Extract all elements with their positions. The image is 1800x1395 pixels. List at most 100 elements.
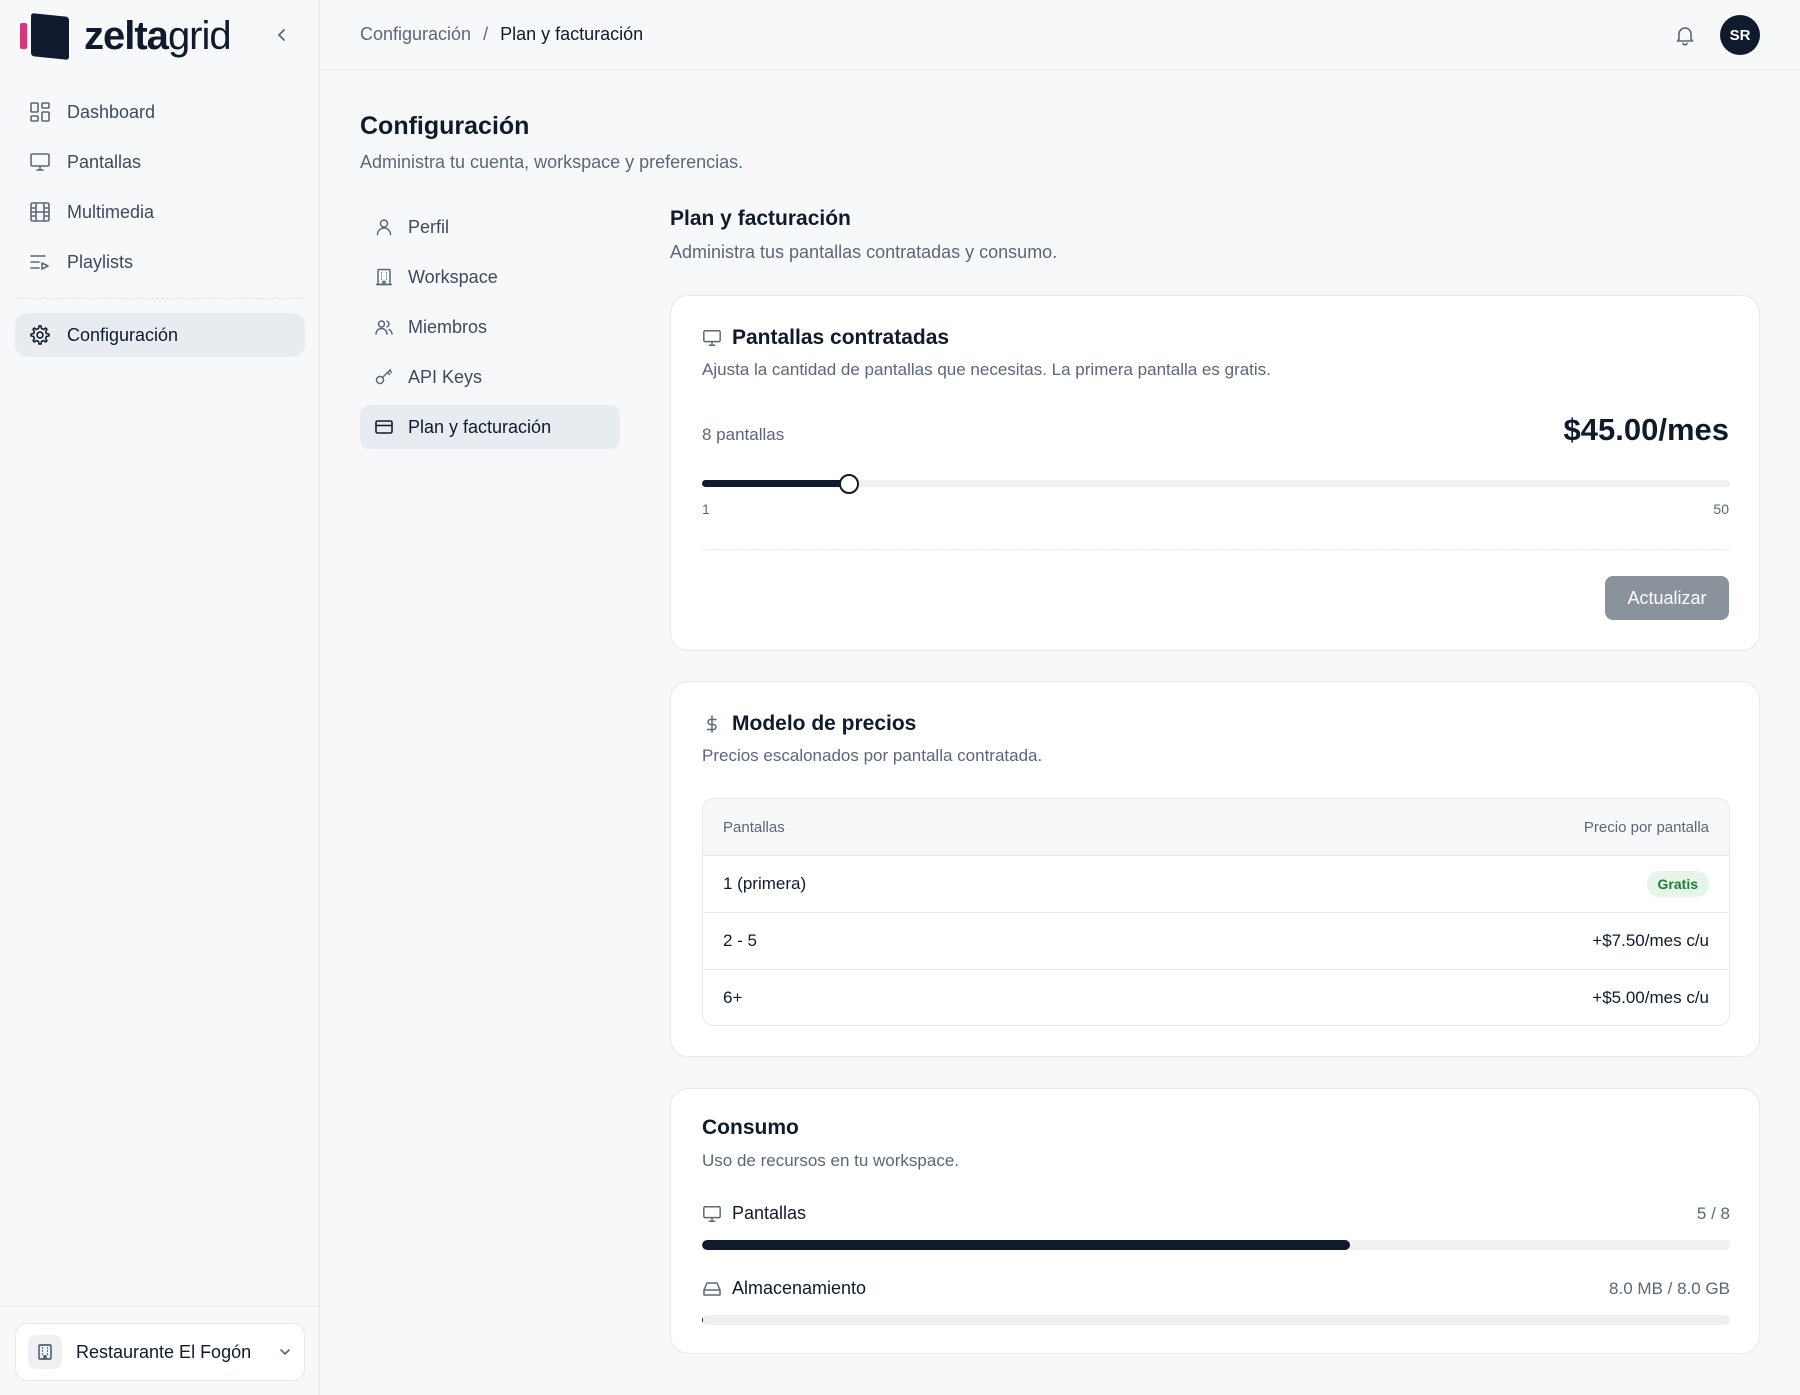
tab-label: Miembros <box>408 316 488 337</box>
dollar-icon <box>706 715 717 733</box>
card-header: Modelo de precios <box>702 712 916 736</box>
tab-label: Workspace <box>408 266 498 287</box>
tab-api-keys[interactable]: API Keys <box>360 355 620 399</box>
tab-miembros[interactable]: Miembros <box>360 305 620 349</box>
usage-label: Almacenamiento <box>702 1278 866 1299</box>
card-title: Consumo <box>702 1116 799 1139</box>
slider-thumb[interactable] <box>838 474 859 494</box>
sidebar-item-label: Configuración <box>67 324 179 345</box>
dashboard-icon <box>30 102 50 122</box>
sidebar-item-multimedia[interactable]: Multimedia <box>15 190 305 234</box>
section-subtitle: Administra tus pantallas contratadas y c… <box>670 242 1058 262</box>
film-icon <box>30 202 50 222</box>
key-icon <box>375 368 393 385</box>
monitor-icon <box>703 330 721 346</box>
collapse-sidebar-button[interactable] <box>270 23 294 47</box>
tier-price: +$5.00/mes c/u <box>1592 988 1709 1007</box>
sidebar-item-label: Playlists <box>67 251 134 272</box>
hard-drive-icon <box>703 1281 721 1296</box>
table-row: 6+ +$5.00/mes c/u <box>703 970 1729 1025</box>
credit-card-icon <box>375 420 393 434</box>
column-header: Pantallas <box>723 818 785 836</box>
tab-perfil[interactable]: Perfil <box>360 205 620 249</box>
users-icon <box>375 320 393 335</box>
screens-slider[interactable] <box>702 472 1730 496</box>
pricing-table: Pantallas Precio por pantalla 1 (primera… <box>702 798 1730 1026</box>
brand-name: zeltagrid <box>84 14 232 58</box>
gear-icon <box>30 325 50 345</box>
sidebar-item-label: Dashboard <box>67 101 156 122</box>
notifications-button[interactable] <box>1674 24 1696 46</box>
playlist-icon <box>30 255 49 270</box>
usage-label-text: Almacenamiento <box>732 1278 867 1298</box>
logo-mark-icon <box>20 13 70 60</box>
table-header: Pantallas Precio por pantalla <box>703 799 1729 856</box>
tab-plan-facturacion[interactable]: Plan y facturación <box>360 405 620 449</box>
pricing-model-card: Modelo de precios Precios escalonados po… <box>670 681 1760 1057</box>
section-title: Plan y facturación <box>670 207 851 230</box>
sidebar-item-pantallas[interactable]: Pantallas <box>15 140 305 184</box>
sidebar-item-dashboard[interactable]: Dashboard <box>15 90 305 134</box>
sidebar-item-label: Pantallas <box>67 151 142 172</box>
slider-max-label: 50 <box>1713 501 1729 517</box>
sidebar: zeltagrid Dashboard Pantallas Multimedia… <box>0 0 320 1395</box>
table-row: 1 (primera) Gratis <box>703 856 1729 913</box>
sidebar-item-playlists[interactable]: Playlists <box>15 240 305 284</box>
column-header: Precio por pantalla <box>1583 818 1709 836</box>
breadcrumb-separator: / <box>483 24 489 44</box>
workspace-name: Restaurante El Fogón <box>76 1341 252 1362</box>
usage-progress-fill <box>702 1240 1350 1250</box>
user-icon <box>376 219 392 236</box>
tab-label: Plan y facturación <box>408 416 552 437</box>
breadcrumb-parent-link[interactable]: Configuración <box>360 24 471 45</box>
table-row: 2 - 5 +$7.50/mes c/u <box>703 913 1729 970</box>
chevron-down-icon <box>280 1349 290 1355</box>
tier-range: 2 - 5 <box>723 931 758 950</box>
nav-divider <box>15 298 305 299</box>
slider-min-label: 1 <box>702 501 710 517</box>
slider-fill <box>702 480 849 487</box>
breadcrumb-current: Plan y facturación <box>500 24 644 44</box>
usage-progress-bar <box>702 1315 1730 1325</box>
page-subtitle: Administra tu cuenta, workspace y prefer… <box>360 152 744 172</box>
monitor-icon <box>703 1205 721 1222</box>
card-description: Precios escalonados por pantalla contrat… <box>702 746 1043 765</box>
update-button[interactable]: Actualizar <box>1605 576 1729 620</box>
card-title: Modelo de precios <box>732 712 917 735</box>
tier-range: 1 (primera) <box>723 874 807 893</box>
tab-label: API Keys <box>408 366 483 387</box>
top-bar: Configuración / Plan y facturación SR <box>320 0 1800 70</box>
monitor-icon <box>30 153 50 171</box>
card-header: Consumo <box>702 1116 799 1140</box>
building-icon <box>28 1335 62 1369</box>
card-header: Pantallas contratadas <box>702 326 949 350</box>
tier-range: 6+ <box>723 988 743 1007</box>
main-nav: Dashboard Pantallas Multimedia Playlists… <box>15 90 305 363</box>
tab-label: Perfil <box>408 216 450 237</box>
chevron-left-icon <box>278 29 285 41</box>
building-icon <box>376 268 392 286</box>
usage-value: 8.0 MB / 8.0 GB <box>1609 1278 1730 1298</box>
usage-progress-bar <box>702 1240 1730 1250</box>
sidebar-item-configuracion[interactable]: Configuración <box>15 313 305 357</box>
card-title: Pantallas contratadas <box>732 326 950 349</box>
usage-label-text: Pantallas <box>732 1203 807 1223</box>
usage-card: Consumo Uso de recursos en tu workspace.… <box>670 1088 1760 1354</box>
brand-logo[interactable]: zeltagrid <box>20 12 232 60</box>
tier-price: +$7.50/mes c/u <box>1592 931 1709 950</box>
usage-row-storage: Almacenamiento 8.0 MB / 8.0 GB <box>702 1278 1730 1299</box>
tab-workspace[interactable]: Workspace <box>360 255 620 299</box>
usage-progress-fill <box>702 1315 704 1325</box>
workspace-switcher[interactable]: Restaurante El Fogón <box>15 1323 305 1381</box>
usage-label: Pantallas <box>702 1203 806 1224</box>
breadcrumb: Configuración / Plan y facturación <box>360 24 643 45</box>
settings-nav: Perfil Workspace Miembros API Keys Plan … <box>360 205 620 455</box>
screen-count-label: 8 pantallas <box>702 425 785 444</box>
page-title: Configuración <box>360 112 530 140</box>
card-description: Ajusta la cantidad de pantallas que nece… <box>702 360 1271 379</box>
bell-icon <box>1676 27 1694 46</box>
user-avatar[interactable]: SR <box>1720 15 1760 55</box>
contracted-screens-card: Pantallas contratadas Ajusta la cantidad… <box>670 295 1760 651</box>
card-divider <box>702 549 1730 550</box>
sidebar-item-label: Multimedia <box>67 201 155 222</box>
